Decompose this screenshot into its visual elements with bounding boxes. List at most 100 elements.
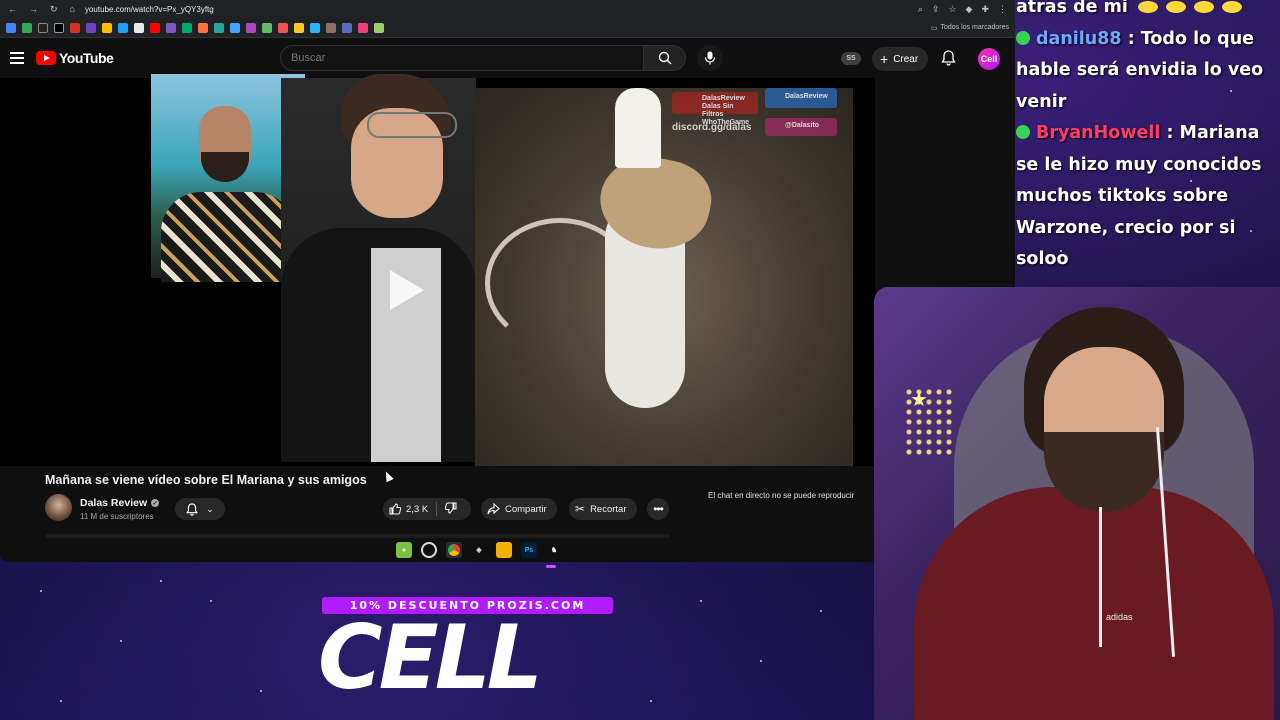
video-frame-mouse-character: DalasReview Dalas Sin Filtros WhoTheGame… xyxy=(475,88,853,466)
bookmark-icon[interactable] xyxy=(166,22,176,33)
chrome-app-icon[interactable] xyxy=(446,542,462,558)
clip-button[interactable]: ✂ Recortar xyxy=(569,498,637,520)
emote-icon xyxy=(1165,1,1186,13)
bookmark-icon[interactable] xyxy=(230,22,240,33)
puzzle-icon[interactable]: ✚ xyxy=(981,4,989,15)
extension-icon[interactable]: ◆ xyxy=(966,4,973,15)
bookmark-icon[interactable] xyxy=(70,22,80,33)
nav-buttons: ← → ↻ ⌂ xyxy=(8,4,75,15)
like-button[interactable]: 2,3 K xyxy=(383,502,438,516)
bell-icon xyxy=(186,502,199,516)
bookmark-icon[interactable] xyxy=(118,22,128,33)
capcut-app-icon[interactable]: ◈ xyxy=(471,542,487,558)
chat-text: : Mariana se le hizo muy conocidos mucho… xyxy=(1016,123,1262,269)
url-field[interactable]: youtube.com/watch?v=Px_yQY3yftg xyxy=(85,5,908,14)
subscription-bell-button[interactable]: ⌄ xyxy=(175,498,225,520)
active-app-indicator xyxy=(546,565,556,568)
file-explorer-icon[interactable] xyxy=(496,542,512,558)
search-box xyxy=(280,45,686,71)
create-button[interactable]: + Crear xyxy=(872,47,929,71)
youtube-logo[interactable]: YouTube xyxy=(36,50,114,66)
subscriber-count: 11 M de suscriptores xyxy=(80,512,154,521)
stream-chat-overlay: atras de mi danilu88 : Todo lo que hable… xyxy=(1016,0,1280,276)
browser-tools: ⌕ ⇪ ☆ ◆ ✚ ⋮ xyxy=(918,4,1007,15)
bookmark-icon[interactable] xyxy=(358,22,368,33)
video-title: Mañana se viene vídeo sobre El Mariana y… xyxy=(45,473,367,487)
bookmark-icon[interactable] xyxy=(262,22,272,33)
bookmark-icon[interactable] xyxy=(102,22,112,33)
share-page-icon[interactable]: ⇪ xyxy=(932,4,940,15)
bookmark-icon[interactable] xyxy=(294,22,304,33)
search-button[interactable] xyxy=(644,45,686,71)
search-input[interactable] xyxy=(280,45,644,71)
dislike-button[interactable] xyxy=(437,502,457,517)
folder-icon: ▭ xyxy=(930,24,938,32)
plus-icon: + xyxy=(880,51,889,67)
voice-search-button[interactable] xyxy=(697,45,723,71)
hamburger-menu-icon[interactable] xyxy=(10,52,24,64)
bookmark-icon[interactable] xyxy=(310,22,320,33)
account-avatar[interactable]: Cell xyxy=(978,48,1000,70)
share-label: Compartir xyxy=(505,503,547,515)
create-label: Crear xyxy=(893,53,919,65)
bookmark-icon[interactable] xyxy=(54,22,64,33)
bookmark-icon[interactable] xyxy=(134,22,144,33)
bookmark-star-icon[interactable]: ☆ xyxy=(948,4,956,15)
bookmark-icon[interactable] xyxy=(6,22,16,33)
bookmark-icon[interactable] xyxy=(182,22,192,33)
video-player[interactable]: DalasReview Dalas Sin Filtros WhoTheGame… xyxy=(0,74,875,466)
overlay-twitter-tag: DalasReview xyxy=(765,88,837,108)
all-bookmarks-folder[interactable]: ▭ Todos los marcadores xyxy=(931,24,1009,32)
overlay-discord-tag: discord.gg/dalas xyxy=(672,122,752,133)
emote-icon xyxy=(1137,1,1158,13)
taskbar: ● ◈ Ps ♞ xyxy=(396,540,562,560)
bookmark-icon[interactable] xyxy=(198,22,208,33)
channel-avatar[interactable] xyxy=(45,494,72,521)
bookmark-icon[interactable] xyxy=(342,22,352,33)
back-icon[interactable]: ← xyxy=(8,4,17,15)
bookmark-icon[interactable] xyxy=(214,22,224,33)
chevron-down-icon: ⌄ xyxy=(206,503,214,514)
overlay-youtube-tag: DalasReview Dalas Sin Filtros WhoTheGame xyxy=(672,92,758,126)
notifications-button[interactable] xyxy=(941,50,956,71)
user-badge-icon xyxy=(1016,125,1030,139)
bookmark-icon[interactable] xyxy=(22,22,32,33)
chat-message-fragment: atras de mi xyxy=(1016,0,1280,24)
scissors-icon: ✂ xyxy=(575,502,586,516)
discord-app-icon[interactable]: ♞ xyxy=(546,542,562,558)
channel-name-label: Dalas Review xyxy=(80,497,148,509)
obs-app-icon[interactable] xyxy=(421,542,437,558)
description-collapsed-bar[interactable] xyxy=(45,534,670,538)
reload-icon[interactable]: ↻ xyxy=(50,4,58,15)
chat-message: BryanHowell : Mariana se le hizo muy con… xyxy=(1016,118,1280,276)
home-icon[interactable]: ⌂ xyxy=(70,4,75,15)
bookmark-icon[interactable] xyxy=(150,22,160,33)
zoom-icon[interactable]: ⌕ xyxy=(918,4,923,15)
verified-icon: ✓ xyxy=(151,499,160,507)
chat-username: danilu88 xyxy=(1036,28,1122,49)
live-chat-notice: El chat en directo no se puede reproduci… xyxy=(708,491,855,500)
ss-badge[interactable]: SS xyxy=(841,52,861,65)
video-frame-glasses-person xyxy=(281,74,476,462)
youtube-logo-text: YouTube xyxy=(59,50,114,66)
share-button[interactable]: Compartir xyxy=(481,498,557,520)
bell-icon xyxy=(941,50,956,66)
bookmark-icon[interactable] xyxy=(326,22,336,33)
streamer-webcam: ★ adidas xyxy=(874,287,1280,720)
photoshop-app-icon[interactable]: Ps xyxy=(521,542,537,558)
bookmark-icon[interactable] xyxy=(374,22,384,33)
more-actions-button[interactable]: ••• xyxy=(647,498,669,520)
xbox-app-icon[interactable]: ● xyxy=(396,542,412,558)
bookmark-icon[interactable] xyxy=(38,22,48,33)
bookmark-icon[interactable] xyxy=(278,22,288,33)
bookmark-icon[interactable] xyxy=(86,22,96,33)
bookmark-icon[interactable] xyxy=(246,22,256,33)
share-icon xyxy=(487,503,500,515)
forward-icon[interactable]: → xyxy=(29,4,38,15)
microphone-icon xyxy=(704,51,716,65)
thumbs-up-icon xyxy=(389,503,401,515)
cell-logo: CELL xyxy=(318,606,543,709)
menu-icon[interactable]: ⋮ xyxy=(998,4,1007,15)
channel-name[interactable]: Dalas Review ✓ xyxy=(80,497,160,509)
play-icon[interactable] xyxy=(390,270,424,310)
